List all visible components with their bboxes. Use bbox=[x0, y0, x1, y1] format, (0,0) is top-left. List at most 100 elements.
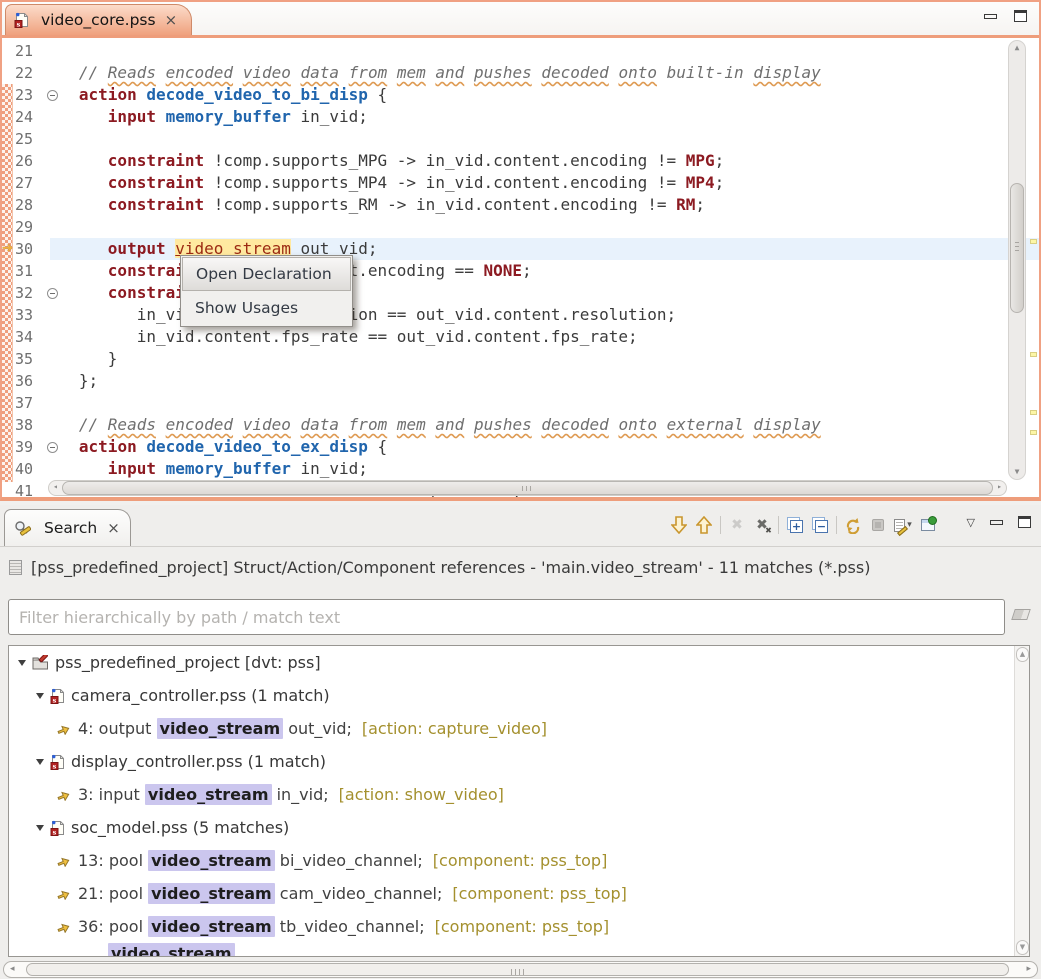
filter-input[interactable] bbox=[8, 599, 1005, 635]
code-text[interactable] bbox=[50, 40, 1039, 62]
code-line-38[interactable]: 38 // Reads encoded video data from mem … bbox=[2, 414, 1039, 436]
minimize-icon[interactable] bbox=[984, 14, 997, 19]
code-text[interactable]: constraint !comp.supports_MP4 -> in_vid.… bbox=[50, 172, 1039, 194]
search-horizontal-scrollbar[interactable]: ◂ ▸ bbox=[3, 961, 1038, 978]
code-editor-area[interactable]: 2122 // Reads encoded video data from me… bbox=[2, 38, 1039, 497]
line-number-gutter[interactable]: 21 bbox=[2, 40, 50, 62]
overview-match-marker[interactable] bbox=[1030, 430, 1037, 435]
code-line-21[interactable]: 21 bbox=[2, 40, 1039, 62]
expander-icon[interactable] bbox=[36, 759, 44, 765]
code-line-33[interactable]: 33 in_vid.content.resolution == out_vid.… bbox=[2, 304, 1039, 326]
scroll-left-icon[interactable]: ◂ bbox=[53, 482, 58, 491]
code-line-28[interactable]: 28 constraint !comp.supports_RM -> in_vi… bbox=[2, 194, 1039, 216]
scroll-right-icon[interactable]: ▸ bbox=[997, 482, 1002, 491]
code-text[interactable]: // Reads encoded video data from mem and… bbox=[50, 62, 1039, 84]
menu-item-show-usages[interactable]: Show Usages bbox=[182, 291, 351, 325]
pin-view-button[interactable] bbox=[919, 515, 937, 535]
scrollbar-thumb[interactable] bbox=[26, 963, 1009, 976]
overview-match-marker[interactable] bbox=[1030, 239, 1037, 244]
overview-match-marker[interactable] bbox=[1030, 410, 1037, 415]
scroll-up-icon[interactable]: ▲ bbox=[1009, 43, 1025, 53]
code-line-26[interactable]: 26 constraint !comp.supports_MPG -> in_v… bbox=[2, 150, 1039, 172]
expand-all-button[interactable]: + bbox=[786, 515, 804, 535]
search-match-row[interactable]: 3: input video_stream in_vid;[action: sh… bbox=[9, 778, 1029, 811]
tree-row-file[interactable]: scamera_controller.pss (1 match) bbox=[9, 679, 1029, 712]
maximize-icon[interactable] bbox=[1014, 10, 1027, 22]
line-number-gutter[interactable]: 22 bbox=[2, 62, 50, 84]
show-previous-match-button[interactable] bbox=[695, 515, 713, 535]
code-line-27[interactable]: 27 constraint !comp.supports_MP4 -> in_v… bbox=[2, 172, 1039, 194]
scroll-right-icon[interactable]: ▸ bbox=[1026, 964, 1031, 974]
line-number-gutter[interactable]: 41 bbox=[2, 480, 50, 497]
view-menu-icon[interactable]: ▽ bbox=[967, 517, 975, 528]
close-icon[interactable]: × bbox=[165, 13, 178, 28]
code-line-32[interactable]: 32 constraint { bbox=[2, 282, 1039, 304]
tree-row-file[interactable]: ssoc_model.pss (5 matches) bbox=[9, 811, 1029, 844]
remove-selected-matches-button[interactable]: ✖ bbox=[728, 515, 746, 535]
overview-match-marker[interactable] bbox=[1030, 352, 1037, 357]
code-line-31[interactable]: 31 constraint out_vid.content.encoding =… bbox=[2, 260, 1039, 282]
cancel-search-button[interactable] bbox=[869, 515, 887, 535]
previous-searches-button[interactable]: ▾ bbox=[894, 515, 912, 535]
code-text[interactable]: } bbox=[50, 348, 1039, 370]
search-match-row[interactable]: 13: pool video_stream bi_video_channel;[… bbox=[9, 844, 1029, 877]
code-line-37[interactable]: 37 bbox=[2, 392, 1039, 414]
code-line-34[interactable]: 34 in_vid.content.fps_rate == out_vid.co… bbox=[2, 326, 1039, 348]
code-line-24[interactable]: 24 input memory_buffer in_vid; bbox=[2, 106, 1039, 128]
search-match-row[interactable]: 36: pool video_stream tb_video_channel;[… bbox=[9, 910, 1029, 943]
code-line-22[interactable]: 22 // Reads encoded video data from mem … bbox=[2, 62, 1039, 84]
run-search-again-button[interactable] bbox=[844, 515, 862, 535]
editor-horizontal-scrollbar[interactable]: ◂ ▸ bbox=[48, 480, 1007, 496]
tree-row-file[interactable]: sdisplay_controller.pss (1 match) bbox=[9, 745, 1029, 778]
editor-tab-video-core[interactable]: s video_core.pss × bbox=[5, 4, 192, 35]
code-text[interactable]: constraint !comp.supports_MPG -> in_vid.… bbox=[50, 150, 1039, 172]
tree-row-project[interactable]: pss_predefined_project [dvt: pss] bbox=[9, 646, 1029, 679]
tab-search[interactable]: Search × bbox=[4, 509, 131, 546]
code-line-30[interactable]: 30➔ output video_stream out_vid; bbox=[2, 238, 1039, 260]
code-line-40[interactable]: 40 input memory_buffer in_vid; bbox=[2, 458, 1039, 480]
search-match-row-partial[interactable]: video_stream bbox=[9, 943, 1029, 957]
code-text[interactable]: constraint !comp.supports_RM -> in_vid.c… bbox=[50, 194, 1039, 216]
code-line-35[interactable]: 35 } bbox=[2, 348, 1039, 370]
code-text[interactable] bbox=[50, 216, 1039, 238]
menu-item-open-declaration[interactable]: Open Declaration bbox=[182, 257, 351, 291]
code-text[interactable] bbox=[50, 128, 1039, 150]
expander-icon[interactable] bbox=[18, 660, 26, 666]
code-text[interactable]: input memory_buffer in_vid; bbox=[50, 106, 1039, 128]
show-next-match-button[interactable] bbox=[670, 515, 688, 535]
scrollbar-thumb[interactable] bbox=[62, 481, 993, 495]
scroll-up-icon[interactable]: ▲ bbox=[1016, 647, 1029, 662]
editor-vertical-scrollbar[interactable]: ▲ ▼ bbox=[1008, 40, 1026, 480]
code-text[interactable]: input memory_buffer in_vid; bbox=[50, 458, 1039, 480]
close-icon[interactable]: × bbox=[107, 521, 120, 536]
maximize-icon[interactable] bbox=[1018, 516, 1031, 528]
code-text[interactable]: action decode_video_to_ex_disp { bbox=[50, 436, 1039, 458]
code-line-25[interactable]: 25 bbox=[2, 128, 1039, 150]
remove-all-matches-button[interactable]: ✖✖ bbox=[753, 515, 771, 535]
scroll-down-icon[interactable]: ▼ bbox=[1016, 940, 1029, 955]
expander-icon[interactable] bbox=[36, 825, 44, 831]
code-text[interactable]: }; bbox=[50, 370, 1039, 392]
scroll-down-icon[interactable]: ▼ bbox=[1009, 467, 1025, 477]
code-line-36[interactable]: 36 }; bbox=[2, 370, 1039, 392]
code-line-39[interactable]: 39 action decode_video_to_ex_disp { bbox=[2, 436, 1039, 458]
code-text[interactable] bbox=[50, 392, 1039, 414]
fold-collapse-icon[interactable] bbox=[47, 288, 58, 299]
overview-ruler[interactable] bbox=[1028, 40, 1039, 495]
expander-icon[interactable] bbox=[36, 693, 44, 699]
scrollbar-thumb[interactable] bbox=[1010, 183, 1024, 313]
clear-filter-icon[interactable] bbox=[1011, 609, 1031, 620]
minimize-icon[interactable] bbox=[990, 520, 1003, 525]
code-text[interactable]: in_vid.content.fps_rate == out_vid.conte… bbox=[50, 326, 1039, 348]
code-line-29[interactable]: 29 bbox=[2, 216, 1039, 238]
code-line-23[interactable]: 23 action decode_video_to_bi_disp { bbox=[2, 84, 1039, 106]
code-text[interactable]: action decode_video_to_bi_disp { bbox=[50, 84, 1039, 106]
scroll-left-icon[interactable]: ◂ bbox=[10, 964, 15, 974]
collapse-all-button[interactable]: − bbox=[811, 515, 829, 535]
tree-vertical-scrollbar[interactable]: ▲ ▼ bbox=[1014, 646, 1029, 956]
fold-collapse-icon[interactable] bbox=[47, 90, 58, 101]
search-match-row[interactable]: 21: pool video_stream cam_video_channel;… bbox=[9, 877, 1029, 910]
code-text[interactable]: // Reads encoded video data from mem and… bbox=[50, 414, 1039, 436]
fold-collapse-icon[interactable] bbox=[47, 442, 58, 453]
search-match-row[interactable]: 4: output video_stream out_vid;[action: … bbox=[9, 712, 1029, 745]
